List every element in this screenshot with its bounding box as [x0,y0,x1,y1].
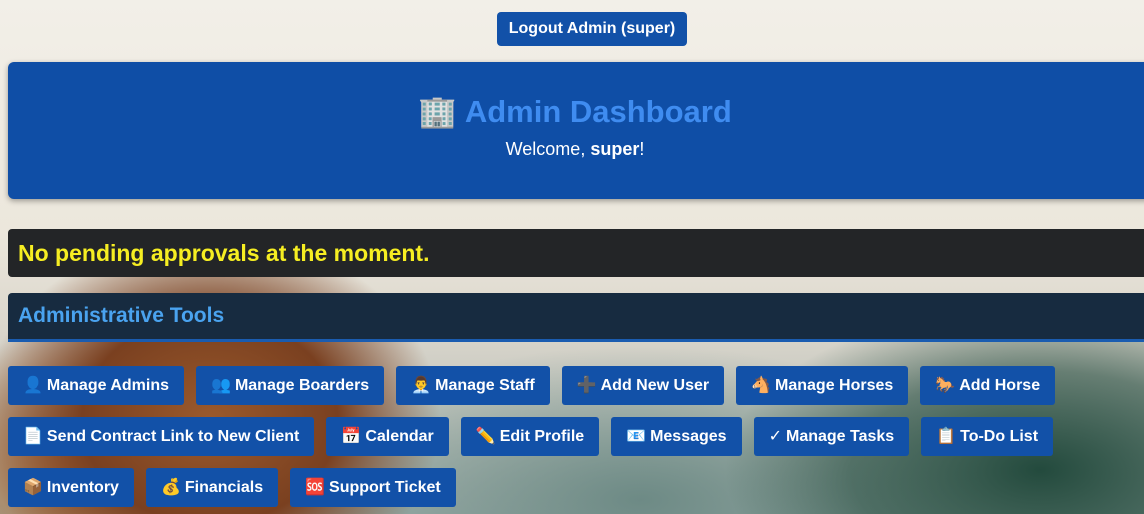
support-ticket-button[interactable]: 🆘 Support Ticket [290,468,456,507]
pencil-icon: ✏️ [475,428,496,445]
calendar-button[interactable]: 📅 Calendar [326,417,449,456]
plus-icon: ➕ [576,377,597,394]
add-new-user-button[interactable]: ➕ Add New User [561,366,725,405]
document-icon: 📄 [23,428,43,445]
clipboard-icon: 📋 [936,428,957,445]
people-icon: 👥 [211,377,231,394]
building-icon: 🏢 [418,94,457,129]
horse-face-icon: 🐴 [751,377,772,394]
calendar-icon: 📅 [341,428,362,445]
manage-horses-button[interactable]: 🐴 Manage Horses [736,366,909,405]
person-icon: 👤 [23,377,43,394]
sos-icon: 🆘 [305,479,326,496]
button-label: Manage Horses [775,377,894,394]
financials-button[interactable]: 💰 Financials [145,468,279,507]
tools-row-1: 👤 Manage Admins 👥 Manage Boarders 👨‍💼 Manag… [8,366,1067,405]
welcome-username: super [590,139,640,159]
tools-row-3: 📦 Inventory 💰 Financials 🆘 Support Ticket [8,468,468,507]
manage-admins-button[interactable]: 👤 Manage Admins [8,366,185,405]
button-label: Edit Profile [499,428,585,445]
dashboard-header: 🏢 Admin Dashboard Welcome, super! [8,62,1144,199]
section-title: Administrative Tools [18,304,225,327]
manage-staff-button[interactable]: 👨‍💼 Manage Staff [396,366,550,405]
inventory-button[interactable]: 📦 Inventory [8,468,134,507]
button-label: Inventory [46,479,119,496]
welcome-message: Welcome, super! [8,139,1144,160]
button-label: Messages [650,428,727,445]
button-label: Add New User [600,377,710,394]
logout-wrap: Logout Admin (super) [0,12,1144,46]
money-bag-icon: 💰 [160,479,181,496]
manage-boarders-button[interactable]: 👥 Manage Boarders [196,366,385,405]
welcome-prefix: Welcome, [505,139,591,159]
pending-approvals-message: No pending approvals at the moment. [18,239,430,266]
office-worker-icon: 👨‍💼 [411,377,432,394]
button-label: Support Ticket [329,479,441,496]
page-title-text: Admin Dashboard [464,94,732,129]
page-title: 🏢 Admin Dashboard [8,92,1144,132]
administrative-tools-heading: Administrative Tools [8,293,1144,342]
button-label: Calendar [365,428,434,445]
add-horse-button[interactable]: 🐎 Add Horse [920,366,1056,405]
tools-row-2: 📄 Send Contract Link to New Client 📅 Calen… [8,417,1065,456]
horse-icon: 🐎 [935,377,956,394]
todo-list-button[interactable]: 📋 To-Do List [921,417,1054,456]
logout-button[interactable]: Logout Admin (super) [496,12,688,46]
button-label: Send Contract Link to New Client [46,428,300,445]
manage-tasks-button[interactable]: ✓ Manage Tasks [753,417,910,456]
email-icon: 📧 [626,428,647,445]
button-label: Manage Admins [46,377,170,394]
messages-button[interactable]: 📧 Messages [611,417,742,456]
checkmark-icon: ✓ [768,428,782,445]
button-label: Manage Boarders [234,377,370,394]
button-label: Manage Tasks [785,428,895,445]
button-label: Add Horse [959,377,1041,394]
button-label: To-Do List [960,428,1039,445]
button-label: Manage Staff [435,377,535,394]
welcome-suffix: ! [639,139,645,159]
send-contract-link-button[interactable]: 📄 Send Contract Link to New Client [8,417,315,456]
pending-approvals-banner: No pending approvals at the moment. [8,229,1144,277]
button-label: Financials [184,479,264,496]
edit-profile-button[interactable]: ✏️ Edit Profile [460,417,600,456]
package-icon: 📦 [23,479,43,496]
